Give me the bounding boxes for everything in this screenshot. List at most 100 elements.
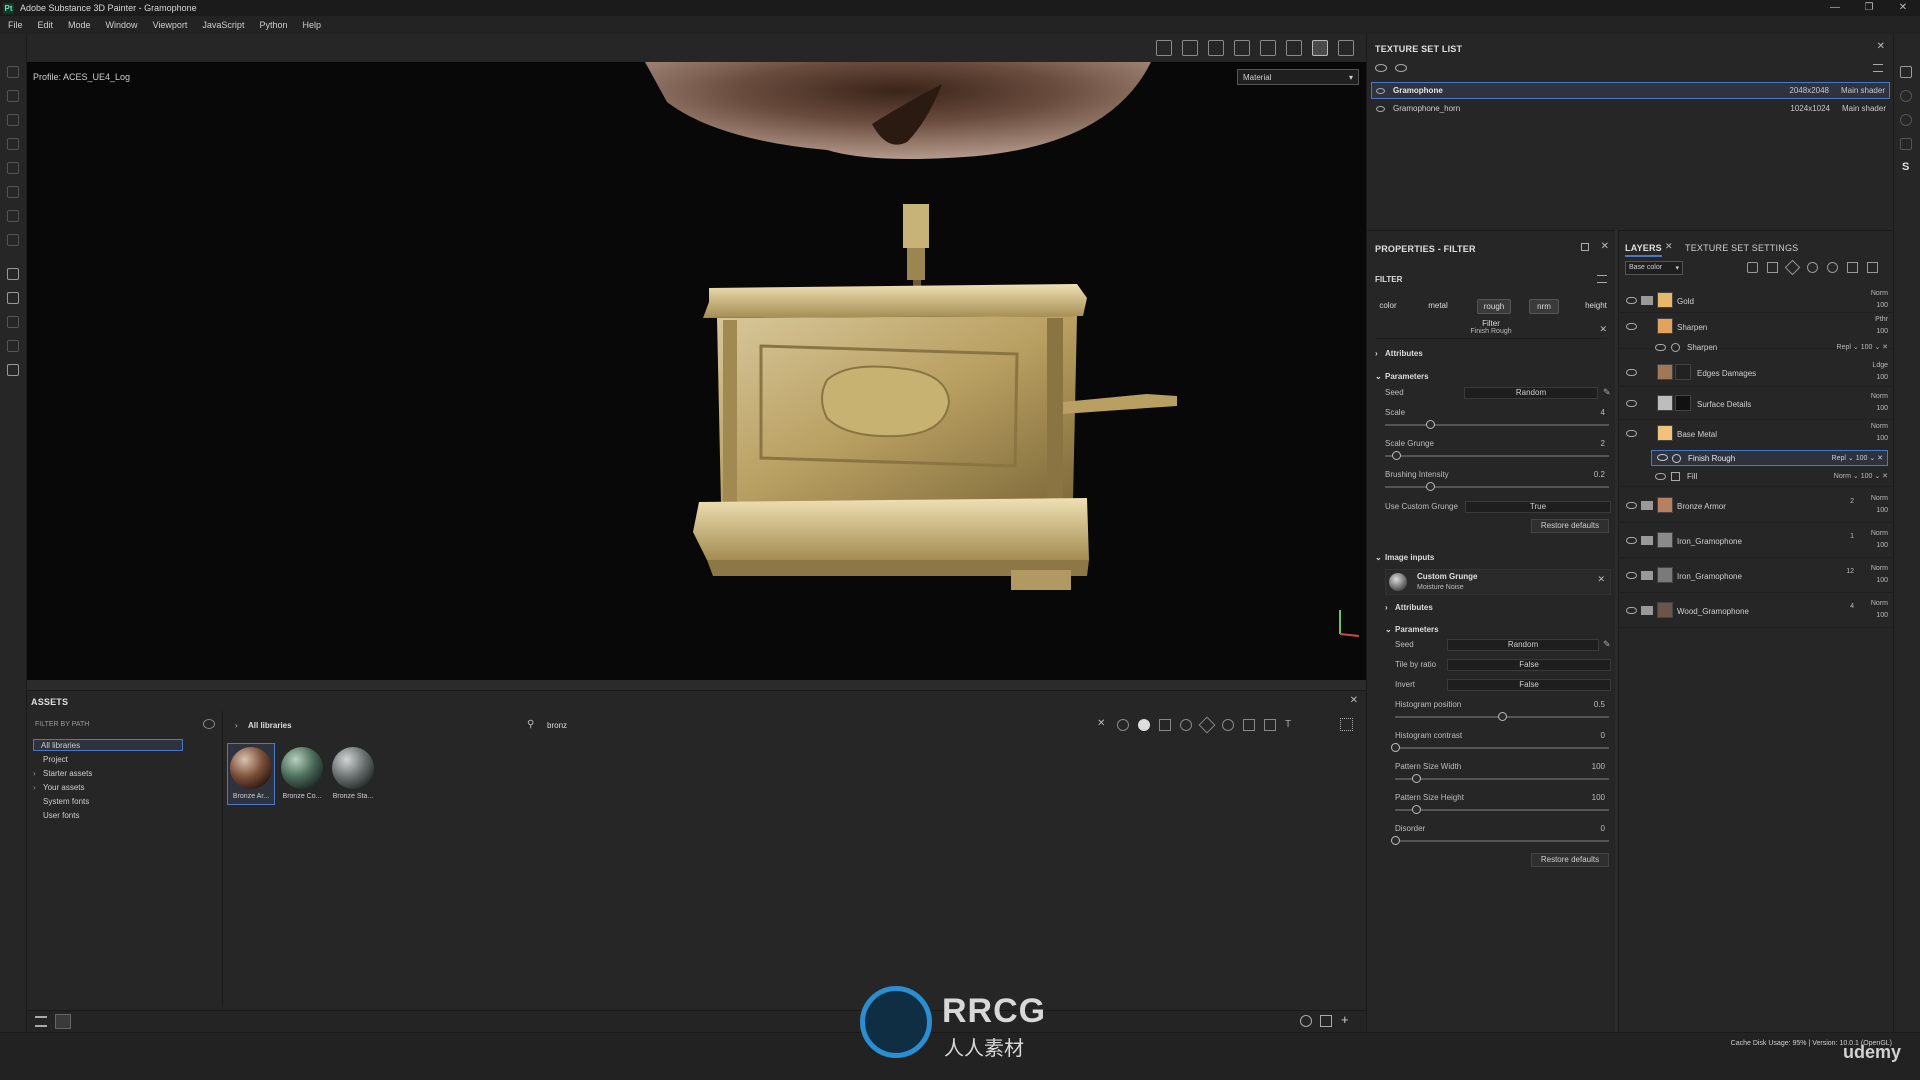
asset-bronze-copper-thumb[interactable] <box>281 747 323 789</box>
tree-starter-assets[interactable]: Starter assets <box>43 769 92 778</box>
filter-mask-icon[interactable] <box>1180 719 1192 731</box>
visibility-icon[interactable] <box>1375 64 1387 72</box>
texture-set-list-icon[interactable] <box>1900 66 1912 78</box>
pattern-width-slider[interactable] <box>1395 774 1609 783</box>
attributes2-section[interactable]: Attributes <box>1395 603 1433 612</box>
blend-mode-value[interactable]: Norm <box>1871 565 1888 572</box>
parameters2-chevron-icon[interactable]: ⌄ <box>1385 625 1392 634</box>
menu-mode[interactable]: Mode <box>68 20 91 30</box>
close-icon[interactable]: ✕ <box>1886 0 1920 16</box>
filter-menu-icon[interactable] <box>1597 275 1607 283</box>
seed-random-button[interactable]: Random <box>1464 387 1598 399</box>
layer-row[interactable]: Bronze Armor 2 Norm 100 <box>1619 488 1894 523</box>
opacity-value[interactable]: 100 <box>1876 405 1888 412</box>
effect-blend-value[interactable]: Repl <box>1837 344 1851 351</box>
parameters-chevron-icon[interactable]: ⌄ <box>1375 372 1382 381</box>
histogram-contrast-handle[interactable] <box>1391 743 1400 752</box>
filter-smart-material-icon[interactable] <box>1138 719 1150 731</box>
color-picker-icon[interactable] <box>7 210 19 222</box>
measure-icon[interactable] <box>7 316 19 328</box>
tree-project[interactable]: Project <box>43 755 68 764</box>
visibility-eye-icon[interactable] <box>1626 297 1637 304</box>
texture-set-shader[interactable]: Main shader <box>1842 104 1886 113</box>
brushing-intensity-slider[interactable] <box>1385 482 1609 491</box>
filter-material-icon[interactable] <box>1117 719 1129 731</box>
add-paint-layer-icon[interactable] <box>1784 259 1801 276</box>
tree-user-fonts[interactable]: User fonts <box>43 811 79 820</box>
blend-mode-value[interactable]: Norm <box>1871 495 1888 502</box>
tile-by-ratio-toggle[interactable]: False <box>1447 659 1611 671</box>
visibility-eye-icon[interactable] <box>1626 400 1637 407</box>
restore-defaults-button[interactable]: Restore defaults <box>1531 519 1609 533</box>
paint-brush-icon[interactable] <box>7 66 19 78</box>
restore-defaults-button-2[interactable]: Restore defaults <box>1531 853 1609 867</box>
geometry-mask-icon[interactable] <box>7 138 19 150</box>
path-icon[interactable] <box>7 340 19 352</box>
brushing-intensity-slider-handle[interactable] <box>1425 482 1435 491</box>
disorder-slider[interactable] <box>1391 836 1609 845</box>
pattern-width-handle[interactable] <box>1412 774 1422 783</box>
menu-javascript[interactable]: JavaScript <box>202 20 244 30</box>
attributes-chevron-icon[interactable]: › <box>1375 349 1378 358</box>
add-fill-layer-icon[interactable] <box>1807 262 1818 273</box>
layer-row[interactable]: Iron_Gramophone 1 Norm 100 <box>1619 523 1894 558</box>
parameters2-section[interactable]: Parameters <box>1395 625 1439 634</box>
seed2-edit-icon[interactable]: ✎ <box>1603 639 1611 650</box>
use-custom-grunge-toggle[interactable]: True <box>1465 501 1611 513</box>
close-properties-icon[interactable]: ✕ <box>1601 241 1609 252</box>
substance-share-icon[interactable]: S <box>1902 161 1909 173</box>
effect-row-selected[interactable]: Finish Rough Repl ⌄ 100 ⌄ ✕ <box>1651 450 1888 466</box>
eraser-icon[interactable] <box>7 90 19 102</box>
detail-view-icon[interactable] <box>55 1014 71 1029</box>
menu-viewport[interactable]: Viewport <box>153 20 188 30</box>
close-texture-set-list-icon[interactable]: ✕ <box>1877 41 1885 52</box>
minimize-icon[interactable]: — <box>1818 0 1852 16</box>
image-inputs-chevron-icon[interactable]: ⌄ <box>1375 553 1382 562</box>
visibility-eye-icon[interactable] <box>1626 537 1637 544</box>
opacity-value[interactable]: 100 <box>1876 302 1888 309</box>
histogram-position-slider[interactable] <box>1395 712 1609 721</box>
bake-icon[interactable] <box>7 268 19 280</box>
visibility-eye-icon[interactable] <box>1626 323 1637 330</box>
texture-set-row[interactable]: Gramophone_horn 1024x1024 Main shader <box>1371 100 1890 117</box>
iray-icon[interactable] <box>1286 40 1302 56</box>
breadcrumb[interactable]: All libraries <box>248 721 292 730</box>
tab-layers[interactable]: LAYERS <box>1625 243 1662 257</box>
filter-font-icon[interactable]: T <box>1285 719 1297 731</box>
delete-layer-icon[interactable] <box>1867 262 1878 273</box>
scale-slider[interactable] <box>1385 420 1609 429</box>
tree-your-assets[interactable]: Your assets <box>43 783 85 792</box>
attributes2-chevron-icon[interactable]: › <box>1385 603 1388 612</box>
histogram-position-handle[interactable] <box>1498 712 1507 721</box>
blend-mode-value[interactable]: Norm <box>1871 423 1888 430</box>
effect-opacity-value[interactable]: 100 <box>1861 473 1873 480</box>
blend-mode-value[interactable]: Norm <box>1871 393 1888 400</box>
seed-edit-icon[interactable]: ✎ <box>1603 387 1611 398</box>
texture-set-shader[interactable]: Main shader <box>1841 86 1885 95</box>
menu-edit[interactable]: Edit <box>38 20 54 30</box>
layer-row[interactable]: Edges Damages Ldge 100 <box>1619 358 1894 387</box>
opacity-value[interactable]: 100 <box>1876 374 1888 381</box>
scale-grunge-slider[interactable] <box>1385 451 1609 460</box>
annotations-icon[interactable] <box>7 292 19 304</box>
blend-mode-value[interactable]: Ldge <box>1872 362 1888 369</box>
channel-select[interactable]: Base color ▾ <box>1625 261 1683 275</box>
filter-texture-icon[interactable] <box>1159 719 1171 731</box>
effect-row[interactable]: Fill Norm ⌄ 100 ⌄ ✕ <box>1619 467 1894 487</box>
view-2d-icon[interactable] <box>1208 40 1224 56</box>
histogram-contrast-slider[interactable] <box>1391 743 1609 752</box>
opacity-value[interactable]: 100 <box>1876 612 1888 619</box>
effect-blend-value[interactable]: Repl <box>1832 455 1846 462</box>
layer-row[interactable]: Gold Norm 100 <box>1619 287 1894 313</box>
opacity-value[interactable]: 100 <box>1876 542 1888 549</box>
seed2-random-button[interactable]: Random <box>1447 639 1599 651</box>
opacity-value[interactable]: 100 <box>1876 435 1888 442</box>
visibility-eye-icon[interactable] <box>1626 502 1637 509</box>
add-effect-icon[interactable] <box>1747 262 1758 273</box>
pattern-height-slider[interactable] <box>1395 805 1609 814</box>
layer-row[interactable]: Wood_Gramophone 4 Norm 100 <box>1619 593 1894 628</box>
camera-icon[interactable] <box>1260 40 1276 56</box>
visibility-eye-icon[interactable] <box>1657 454 1668 461</box>
add-smart-material-icon[interactable] <box>1827 262 1838 273</box>
attributes-section[interactable]: Attributes <box>1385 349 1423 358</box>
